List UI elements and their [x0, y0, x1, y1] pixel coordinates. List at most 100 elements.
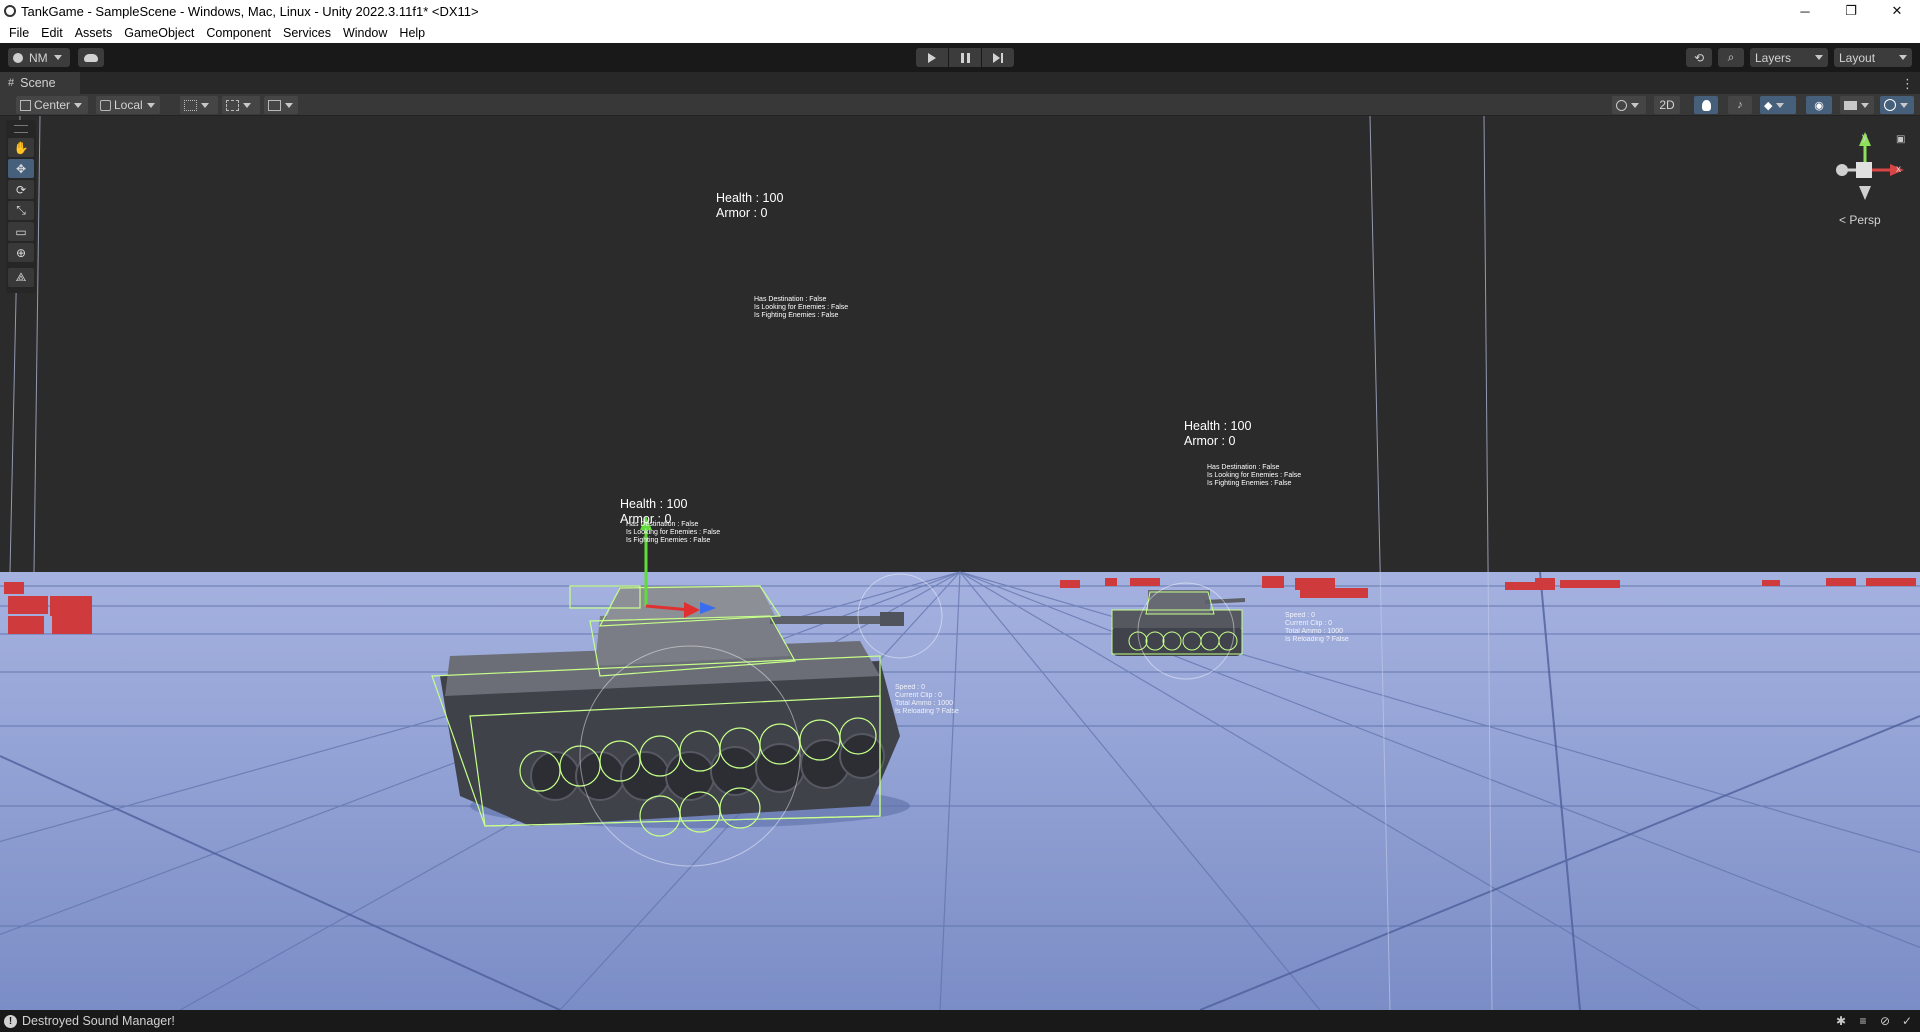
ai-state-line: Has Destination : False — [754, 296, 827, 303]
increment-snapping-dropdown[interactable] — [264, 96, 298, 114]
local-space-icon — [100, 99, 111, 111]
ai-state-line: Has Destination : False — [626, 521, 699, 528]
status-right-icons: ✱ ≡ ⊘ ✓ — [1834, 1014, 1914, 1028]
tab-scene-label: Scene — [20, 76, 56, 90]
space-label: Local — [114, 98, 143, 112]
search-icon: ⌕ — [1727, 50, 1735, 64]
weapon-state-line: Speed : 0 — [1285, 612, 1315, 619]
tab-scene[interactable]: # Scene — [0, 72, 80, 94]
transform-tool-button[interactable]: ⊕ — [8, 243, 34, 262]
scene-toolbar: Center Local 2D ♪ ◆ ◉ — [0, 94, 1920, 116]
restore-button[interactable]: ❐ — [1828, 0, 1874, 22]
pivot-dropdown[interactable]: Center — [16, 96, 88, 114]
sky-background — [0, 116, 1920, 573]
gizmos-dropdown[interactable] — [1880, 96, 1914, 114]
persp-toggle[interactable]: < Persp — [1839, 213, 1881, 227]
space-dropdown[interactable]: Local — [96, 96, 160, 114]
check-icon[interactable]: ✓ — [1900, 1014, 1914, 1028]
menu-assets[interactable]: Assets — [69, 26, 119, 40]
ai-state-line: Is Fighting Enemies : False — [1207, 480, 1292, 487]
cloud-button[interactable] — [78, 48, 104, 67]
menu-help[interactable]: Help — [393, 26, 431, 40]
effects-dropdown[interactable]: ◆ — [1760, 96, 1796, 114]
play-icon — [928, 52, 936, 63]
weapon-state-line: Is Reloading ? False — [1285, 636, 1349, 643]
tab-menu-icon[interactable]: ⋮ — [1901, 76, 1914, 92]
move-icon: ✥ — [15, 161, 27, 176]
lock-icon[interactable]: ▣ — [1896, 134, 1905, 145]
main-toolbar: NM ⟲ ⌕ Layers Layout — [0, 43, 1920, 72]
play-button[interactable] — [916, 48, 948, 67]
audio-toggle[interactable]: ♪ — [1728, 96, 1752, 114]
audio-icon: ♪ — [1737, 99, 1743, 111]
chevron-down-icon — [1815, 55, 1823, 60]
layers-dropdown[interactable]: Layers — [1750, 48, 1828, 67]
chevron-down-icon — [74, 102, 83, 108]
menu-bar: File Edit Assets GameObject Component Se… — [0, 22, 1920, 43]
grid-snapping-dropdown[interactable] — [222, 96, 260, 114]
status-bar: ! Destroyed Sound Manager! ✱ ≡ ⊘ ✓ — [0, 1010, 1920, 1032]
menu-component[interactable]: Component — [200, 26, 277, 40]
hand-icon: ✋ — [13, 140, 29, 155]
snap-grid-icon — [226, 99, 239, 111]
menu-services[interactable]: Services — [277, 26, 337, 40]
rect-tool-button[interactable]: ▭ — [8, 222, 34, 241]
scene-visibility-toggle[interactable]: ◉ — [1806, 96, 1832, 114]
palette-grip[interactable] — [14, 125, 28, 133]
undo-history-button[interactable]: ⟲ — [1686, 48, 1712, 67]
scale-icon: ⤡ — [16, 203, 26, 217]
scene-viewport[interactable]: y x ▣ — [0, 116, 1920, 1010]
close-button[interactable]: ✕ — [1874, 0, 1920, 22]
debug-bug-icon[interactable]: ✱ — [1834, 1014, 1848, 1028]
chevron-down-icon — [243, 102, 251, 108]
chevron-down-icon — [1899, 55, 1907, 60]
custom-tool-button[interactable]: ⟁ — [8, 268, 34, 287]
camera-settings-dropdown[interactable] — [1840, 96, 1874, 114]
pause-button[interactable] — [949, 48, 981, 67]
eye-slash-icon: ◉ — [1814, 99, 1824, 112]
grid-icon — [184, 99, 197, 111]
cloud-icon — [84, 53, 98, 62]
mode-2d-toggle[interactable]: 2D — [1654, 96, 1680, 114]
health-label: Health : 100 — [620, 497, 688, 511]
title-bar: TankGame - SampleScene - Windows, Mac, L… — [0, 0, 1920, 22]
mode-2d-label: 2D — [1659, 98, 1675, 112]
status-message[interactable]: Destroyed Sound Manager! — [22, 1014, 175, 1028]
hand-tool-button[interactable]: ✋ — [8, 138, 34, 157]
step-button[interactable] — [982, 48, 1014, 67]
menu-window[interactable]: Window — [337, 26, 393, 40]
layout-dropdown[interactable]: Layout — [1834, 48, 1912, 67]
playmode-controls — [916, 48, 1014, 67]
scale-tool-button[interactable]: ⤡ — [8, 201, 34, 220]
step-icon — [993, 52, 1003, 63]
unity-editor-window: TankGame - SampleScene - Windows, Mac, L… — [0, 0, 1920, 1032]
chevron-down-icon — [146, 102, 155, 108]
gizmo-x-label: x — [1896, 164, 1901, 175]
chevron-down-icon — [53, 55, 62, 60]
account-icon — [13, 52, 23, 63]
shading-icon — [1616, 99, 1627, 111]
ai-state-line: Is Looking for Enemies : False — [754, 304, 849, 311]
menu-file[interactable]: File — [3, 26, 35, 40]
ai-state-line: Is Fighting Enemies : False — [626, 537, 711, 544]
menu-edit[interactable]: Edit — [35, 26, 69, 40]
minimize-button[interactable]: ─ — [1782, 0, 1828, 22]
health-label: Health : 100 — [716, 191, 784, 205]
account-label: NM — [29, 50, 48, 65]
chevron-down-icon — [1861, 102, 1869, 108]
menu-gameobject[interactable]: GameObject — [118, 26, 200, 40]
armor-label: Armor : 0 — [716, 206, 768, 220]
progress-icon[interactable]: ≡ — [1856, 1014, 1870, 1028]
layers-label: Layers — [1755, 50, 1792, 65]
weapon-state-line: Current Clip : 0 — [1285, 620, 1333, 627]
grid-visibility-dropdown[interactable] — [180, 96, 218, 114]
transform-icon: ⊕ — [15, 245, 27, 260]
draw-mode-dropdown[interactable] — [1612, 96, 1646, 114]
move-tool-button[interactable]: ✥ — [8, 159, 34, 178]
lighting-toggle[interactable] — [1694, 96, 1718, 114]
account-dropdown[interactable]: NM — [8, 48, 70, 67]
rotate-tool-button[interactable]: ⟳ — [8, 180, 34, 199]
cache-server-icon[interactable]: ⊘ — [1878, 1014, 1892, 1028]
search-button[interactable]: ⌕ — [1718, 48, 1744, 67]
scene-icon: # — [8, 77, 15, 89]
